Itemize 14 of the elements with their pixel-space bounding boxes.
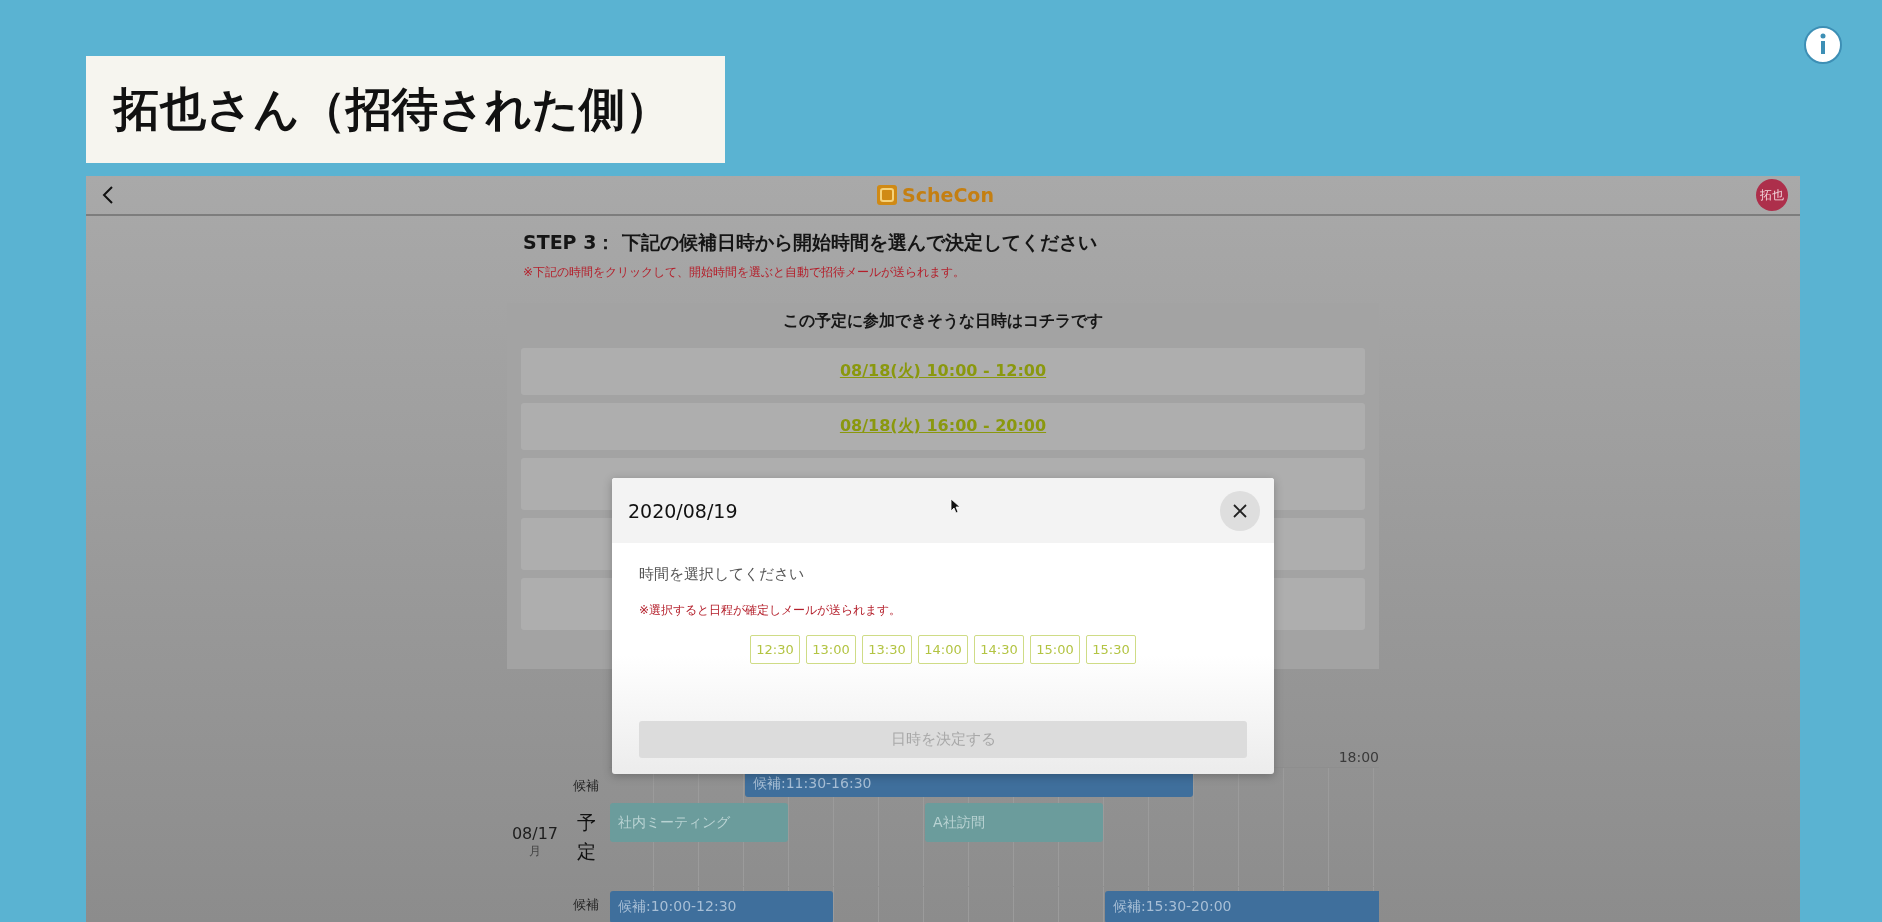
step-note: ※下記の時間をクリックして、開始時間を選ぶと自動で招待メールが送られます。 xyxy=(523,264,967,281)
logo-text: ScheCon xyxy=(902,184,994,206)
row-label: 候補 xyxy=(573,896,599,914)
dialog-prompt: 時間を選択してください xyxy=(639,565,805,584)
candidates-heading: この予定に参加できそうな日時はコチラです xyxy=(782,311,1104,332)
step-title: STEP 3： 下記の候補日時から開始時間を選んで決定してください xyxy=(523,230,1098,255)
time-tick: 18:00 xyxy=(1338,749,1379,767)
row-label: 候補 xyxy=(573,777,599,795)
dialog-note: ※選択すると日程が確定しメールが送られます。 xyxy=(639,602,903,619)
dialog-title: 2020/08/19 xyxy=(628,499,738,522)
day-weekday: 月 xyxy=(529,843,541,860)
day-date: 08/17 xyxy=(511,824,559,843)
row-label: 予定 xyxy=(576,810,596,864)
caption-title: 拓也さん（招待された側） xyxy=(86,56,725,163)
